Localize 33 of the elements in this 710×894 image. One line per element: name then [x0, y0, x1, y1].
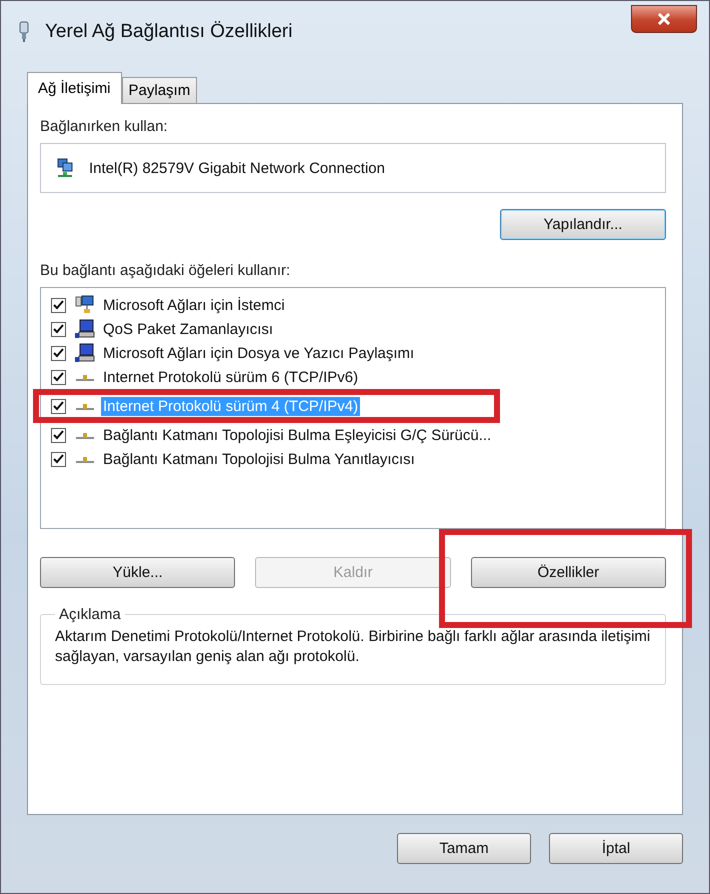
- checkbox[interactable]: [51, 322, 66, 336]
- configure-button[interactable]: Yapılandır...: [500, 209, 666, 240]
- close-icon: [657, 13, 671, 25]
- window-title: Yerel Ağ Bağlantısı Özellikleri: [45, 21, 294, 43]
- computer-icon: [75, 319, 95, 339]
- list-item[interactable]: Bağlantı Katmanı Topolojisi Bulma Eşleyicisi G/Ç Sürücü...: [101, 426, 494, 444]
- plug-icon: [17, 21, 31, 43]
- checkbox[interactable]: [51, 452, 66, 466]
- checkbox[interactable]: [51, 346, 66, 360]
- tab[interactable]: Paylaşım: [122, 77, 198, 103]
- list-item[interactable]: QoS Paket Zamanlayıcısı: [101, 320, 276, 338]
- description-title: Açıklama: [58, 606, 122, 623]
- list-item[interactable]: Microsoft Ağları için İstemci: [101, 296, 287, 314]
- checkbox[interactable]: [51, 428, 66, 442]
- close-button[interactable]: [631, 5, 697, 33]
- item-button[interactable]: Yükle...: [40, 557, 236, 588]
- connect-using-label: Bağlanırken kullan:: [40, 118, 169, 135]
- checkbox[interactable]: [51, 298, 66, 312]
- adapter-name: Intel(R) 82579V Gigabit Network Connection: [89, 160, 385, 176]
- computer-icon: [75, 343, 95, 363]
- checkbox[interactable]: [51, 398, 66, 414]
- list-item[interactable]: Microsoft Ağları için Dosya ve Yazıcı Paylaşımı: [101, 344, 416, 362]
- item-button[interactable]: Özellikler: [470, 557, 666, 588]
- items-label: Bu bağlantı aşağıdaki öğeleri kullanır:: [40, 262, 292, 279]
- network-adapter-icon: [55, 158, 75, 178]
- list-item[interactable]: Bağlantı Katmanı Topolojisi Bulma Yanıtlayıcısı: [101, 450, 417, 468]
- dialog-button[interactable]: Tamam: [397, 833, 531, 864]
- list-item[interactable]: Internet Protokolü sürüm 6 (TCP/IPv6): [101, 368, 360, 386]
- network-client-icon: [75, 295, 95, 315]
- checkbox[interactable]: [51, 370, 66, 384]
- dialog-button[interactable]: İptal: [549, 833, 683, 864]
- description-text: Aktarım Denetimi Protokolü/Internet Protokolü. Birbirine bağlı farklı ağlar arasında iletişimi sağlayan, varsayılan geniş alan ağı protokolü.: [55, 627, 651, 666]
- tab[interactable]: Ağ İletişimi: [27, 72, 122, 104]
